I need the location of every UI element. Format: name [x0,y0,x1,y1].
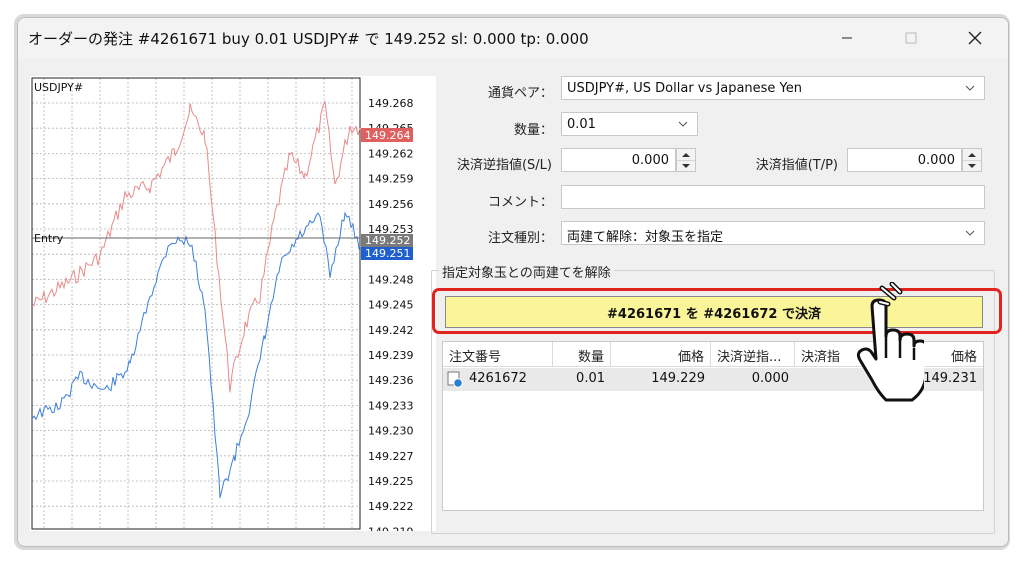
chart-frame [31,77,361,530]
col-header-price[interactable]: 価格 [611,342,711,367]
bid-price-text: 149.251 [365,247,411,260]
price-tick-label: 149.248 [368,273,414,286]
price-axis: 149.268149.265149.262149.259149.256149.2… [368,97,414,531]
tp-value: 0.000 [917,153,955,168]
price-tick-label: 149.233 [368,399,414,412]
price-tick-label: 149.245 [368,299,414,312]
close-icon [968,31,982,45]
bid-price-tag: 149.251 [361,247,413,260]
tp-label: 決済指値(T/P) [755,158,838,173]
sl-decrement-button[interactable] [677,160,695,171]
price-tick-label: 149.268 [368,97,414,110]
symbol-label: 通貨ペア： [487,86,553,101]
price-cell: 149.229 [611,368,711,391]
price-tick-label: 149.239 [368,349,414,362]
price-chart[interactable]: USDJPY# Entry 149.268149.265149.262149.2… [30,76,436,531]
volume-select[interactable]: 0.01 [561,112,698,136]
order-type-value: 両建て解除：対象玉を指定 [567,230,724,245]
ask-price-text: 149.264 [365,129,411,142]
price-tick-label: 149.219 [368,525,414,531]
tp-input[interactable]: 0.000 [847,148,962,172]
volume-value: 0.01 [567,117,596,132]
chart-symbol: USDJPY# [34,81,83,94]
comment-label: コメント： [487,195,553,210]
arrow-down-icon [682,163,690,168]
arrow-up-icon [682,152,690,157]
price-tick-label: 149.236 [368,374,414,387]
maximize-icon [905,32,917,44]
price-tick-label: 149.256 [368,198,414,211]
chevron-down-icon [678,121,688,127]
sl-input[interactable]: 0.000 [561,148,676,172]
price-tick-label: 149.225 [368,475,414,488]
tp-stepper[interactable] [962,148,982,172]
price-tick-label: 149.262 [368,147,414,160]
price-tick-label: 149.230 [368,425,414,438]
position-icon [447,371,463,388]
order-number: 4261672 [469,371,527,386]
bid-price-line [31,211,361,499]
minimize-button[interactable] [824,22,870,54]
title-bar: オーダーの発注 #4261671 buy 0.01 USDJPY# で 149.… [18,18,1008,58]
pointer-hand-icon [856,298,924,402]
ask-price-tag: 149.264 [361,128,413,142]
price-tick-label: 149.242 [368,324,414,337]
price-tick-label: 149.222 [368,500,414,513]
price-tick-label: 149.259 [368,173,414,186]
sl-cell: 0.000 [711,368,795,391]
col-header-order[interactable]: 注文番号 [443,342,553,367]
chevron-down-icon [965,230,975,236]
entry-label: Entry [34,232,64,245]
arrow-up-icon [968,152,976,157]
symbol-value: USDJPY#, US Dollar vs Japanese Yen [567,81,803,96]
order-dialog: オーダーの発注 #4261671 buy 0.01 USDJPY# で 149.… [17,17,1009,547]
close-by-group-title: 指定対象玉との両建てを解除 [439,262,614,281]
volume-cell: 0.01 [553,368,611,391]
symbol-select[interactable]: USDJPY#, US Dollar vs Japanese Yen [561,76,985,100]
col-header-volume[interactable]: 数量 [553,342,611,367]
order-type-label: 注文種別： [487,231,553,246]
arrow-down-icon [968,163,976,168]
volume-label: 数量： [513,123,553,138]
comment-input[interactable] [561,185,985,209]
sl-label: 決済逆指値(S/L) [456,158,552,173]
entry-price-text: 149.252 [365,234,411,247]
chart-grid [32,78,360,531]
chevron-down-icon [965,85,975,91]
entry-price-tag: 149.252 [361,234,413,247]
minimize-icon [842,37,852,39]
ask-price-line [31,100,361,393]
maximize-button[interactable] [888,22,934,54]
col-header-sl[interactable]: 決済逆指... [711,342,795,367]
order-type-select[interactable]: 両建て解除：対象玉を指定 [561,221,985,245]
order-cell: 4261672 [443,368,553,391]
close-button[interactable] [952,22,998,54]
tp-decrement-button[interactable] [963,160,981,171]
chart-canvas: USDJPY# Entry 149.268149.265149.262149.2… [31,77,414,531]
price-tick-label: 149.227 [368,450,414,463]
sl-stepper[interactable] [676,148,696,172]
sl-value: 0.000 [631,153,669,168]
window-title: オーダーの発注 #4261671 buy 0.01 USDJPY# で 149.… [28,30,589,48]
click-burst-icon [877,282,903,307]
